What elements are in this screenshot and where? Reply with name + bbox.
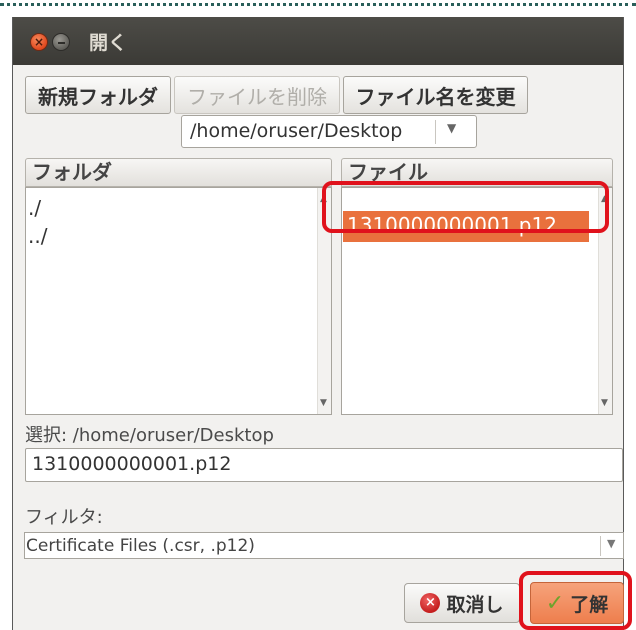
filter-value: Certificate Files (.csr, .p12) [26, 536, 255, 556]
cancel-button[interactable]: × 取消し [404, 583, 520, 623]
checkmark-icon: ✓ [545, 590, 565, 616]
folders-list: ./ ../ ▲ ▼ [25, 187, 332, 415]
chevron-down-icon: ▼ [447, 121, 457, 135]
scroll-down-icon[interactable]: ▼ [320, 398, 327, 408]
minimize-icon[interactable] [52, 33, 70, 51]
folder-item[interactable]: ../ [28, 224, 47, 248]
files-scrollbar[interactable]: ▲ ▼ [598, 188, 612, 414]
path-value: /home/oruser/Desktop [190, 120, 403, 142]
folder-item[interactable]: ./ [28, 196, 41, 220]
scroll-down-icon[interactable]: ▼ [601, 398, 608, 408]
filter-label: フィルタ: [25, 507, 103, 528]
folders-scrollbar[interactable]: ▲ ▼ [317, 188, 331, 414]
files-header[interactable]: ファイル [341, 158, 613, 187]
dotted-border [0, 3, 636, 6]
ok-button[interactable]: ✓ 了解 [530, 582, 624, 624]
dialog-title: 開く [89, 32, 128, 54]
ok-label: 了解 [570, 593, 609, 616]
combo-separator [600, 536, 601, 556]
path-combo[interactable]: /home/oruser/Desktop ▼ [181, 115, 477, 148]
new-folder-button[interactable]: 新規フォルダ [25, 76, 171, 114]
filename-input[interactable]: 1310000000001.p12 [25, 448, 623, 482]
cancel-label: 取消し [446, 593, 504, 616]
combo-separator [435, 120, 436, 144]
titlebar: × 開く [13, 17, 623, 65]
file-item-selected[interactable]: 1310000000001.p12 [343, 211, 589, 242]
delete-file-button[interactable]: ファイルを削除 [174, 76, 340, 114]
chevron-down-icon: ▼ [607, 537, 616, 550]
close-icon[interactable]: × [30, 33, 48, 51]
selection-label: 選択: /home/oruser/Desktop [25, 425, 274, 446]
folders-header[interactable]: フォルダ [25, 158, 332, 187]
cancel-icon: × [420, 593, 441, 613]
scroll-up-icon[interactable]: ▲ [601, 194, 608, 204]
rename-file-button[interactable]: ファイル名を変更 [343, 76, 528, 114]
filter-combo[interactable]: Certificate Files (.csr, .p12) ▼ [24, 532, 624, 559]
scroll-up-icon[interactable]: ▲ [320, 194, 327, 204]
